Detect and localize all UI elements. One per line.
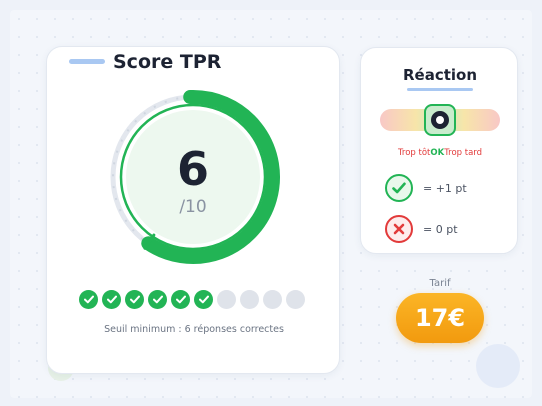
score-value: 6 [177, 142, 209, 196]
check-icon [175, 295, 186, 304]
legend-correct: = +1 pt [385, 174, 467, 202]
check-icon [198, 295, 209, 304]
reaction-target-zone [424, 104, 456, 136]
decorative-blob [476, 344, 520, 388]
legend-wrong: = 0 pt [385, 215, 458, 243]
answer-dot-correct [102, 290, 121, 309]
check-icon [152, 295, 163, 304]
answer-dot-empty [217, 290, 236, 309]
tarif-price-badge: 17€ [396, 293, 484, 343]
answer-dot-empty [263, 290, 282, 309]
tarif-label: Tarif [429, 278, 451, 289]
label-ok: OK [430, 148, 445, 158]
legend-wrong-text: = 0 pt [423, 222, 458, 236]
answer-dot-correct [125, 290, 144, 309]
cross-icon [385, 215, 413, 243]
check-icon [106, 295, 117, 304]
check-icon [129, 295, 140, 304]
reaction-title: Réaction [402, 66, 478, 84]
answer-dot-empty [286, 290, 305, 309]
answer-dot-correct [171, 290, 190, 309]
label-too-early: Trop tôt [397, 148, 431, 158]
score-title: Score TPR [113, 51, 222, 73]
answer-dot-correct [79, 290, 98, 309]
score-gauge: 6 /10 [110, 90, 280, 264]
answer-dot-correct [148, 290, 167, 309]
answer-dots [79, 290, 305, 309]
target-icon [431, 111, 449, 129]
label-too-late: Trop tard [444, 148, 483, 158]
answer-dot-empty [240, 290, 259, 309]
score-max: /10 [179, 197, 206, 217]
reaction-card: Réaction Trop tôtOKTrop tard = +1 pt = 0… [360, 47, 518, 254]
check-icon [83, 295, 94, 304]
legend-correct-text: = +1 pt [423, 181, 467, 195]
answer-dot-correct [194, 290, 213, 309]
threshold-text: Seuil minimum : 6 réponses correctes [104, 324, 284, 335]
title-accent-bar [69, 59, 105, 64]
score-card: Score TPR 6 /10 Seuil minimum : 6 répons… [46, 46, 340, 374]
check-icon [385, 174, 413, 202]
reaction-labels: Trop tôtOKTrop tard [361, 148, 519, 158]
title-underline [407, 88, 473, 91]
